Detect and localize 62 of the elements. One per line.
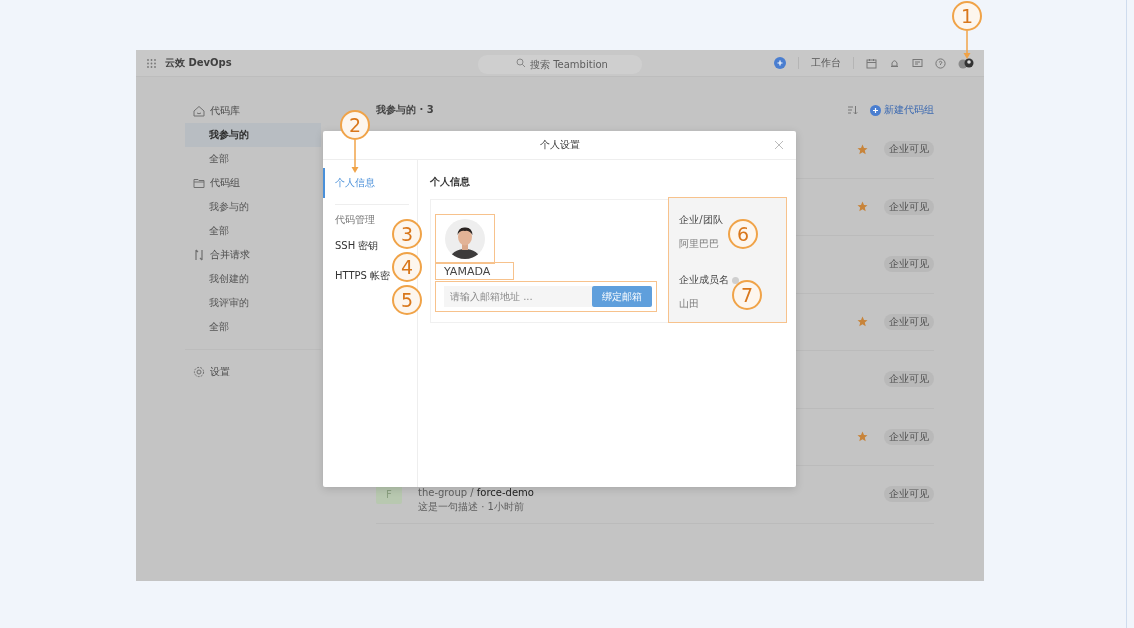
bind-email-button[interactable]: 绑定邮箱	[592, 286, 652, 307]
nav-group-label: 代码管理	[335, 213, 375, 227]
message-icon[interactable]	[912, 57, 923, 69]
folder-icon[interactable]	[193, 177, 205, 189]
sidebar-section[interactable]: 代码组	[185, 171, 321, 195]
sort-icon[interactable]	[847, 105, 858, 115]
help-icon[interactable]	[935, 57, 946, 69]
nav-tab[interactable]: SSH 密钥	[323, 231, 383, 261]
callout-number: 1	[952, 1, 982, 31]
plus-circle-icon[interactable]	[870, 104, 881, 116]
search-icon[interactable]	[516, 58, 526, 68]
sidebar-item[interactable]: 我评审的	[185, 291, 321, 315]
calendar-icon[interactable]	[866, 57, 877, 69]
star-icon[interactable]	[857, 143, 868, 155]
section-title: 代码库	[210, 104, 240, 118]
home-icon[interactable]	[193, 105, 205, 117]
merge-icon[interactable]	[193, 249, 205, 261]
field-value: 阿里巴巴	[679, 237, 721, 251]
apps-menu-icon[interactable]	[146, 57, 157, 69]
sidebar-section[interactable]: 合并请求	[185, 243, 321, 267]
section-title: 代码组	[210, 176, 240, 190]
list-heading: 我参与的 · 3	[376, 103, 434, 117]
sidebar-item[interactable]: 全部	[185, 147, 321, 171]
visibility-tag: 企业可见	[884, 313, 934, 330]
sidebar-item[interactable]: 全部	[185, 219, 321, 243]
visibility-tag: 企业可见	[884, 198, 934, 215]
sidebar-item[interactable]: 我参与的	[185, 195, 321, 219]
workbench-link[interactable]: 工作台	[811, 56, 841, 70]
field-label: 企业成员名	[679, 273, 730, 287]
user-avatar-icon[interactable]	[958, 56, 974, 70]
section-title: 个人信息	[430, 175, 471, 189]
settings-label: 设置	[210, 365, 230, 379]
repo-path[interactable]: the-group / force-demo	[418, 486, 534, 498]
visibility-tag: 企业可见	[884, 371, 934, 388]
dialog-title: 个人设置	[539, 138, 580, 152]
visibility-tag: 企业可见	[884, 486, 934, 503]
app-logo-text: 云效 DevOps	[165, 56, 232, 70]
close-icon[interactable]	[774, 140, 784, 150]
sidebar-item[interactable]: 全部	[185, 315, 321, 339]
nav-tab[interactable]: HTTPS 帐密	[323, 261, 395, 291]
visibility-tag: 企业可见	[884, 428, 934, 445]
star-icon[interactable]	[857, 431, 868, 443]
search-field[interactable]: 搜索 Teambition	[478, 55, 642, 74]
info-icon[interactable]	[732, 276, 740, 284]
repo-description: 这是一句描述 · 1小时前	[418, 499, 525, 514]
new-group-button[interactable]: 新建代码组	[870, 103, 934, 117]
visibility-tag: 企业可见	[884, 256, 934, 273]
email-field[interactable]: 请输入邮箱地址 ...	[444, 286, 592, 307]
field-label: 企业/团队	[679, 213, 724, 227]
user-name: YAMADA	[444, 264, 491, 278]
sidebar-item[interactable]: 我创建的	[185, 267, 321, 291]
plus-icon[interactable]	[774, 57, 786, 69]
field-value: 山田	[679, 297, 701, 311]
settings-item[interactable]: 设置	[185, 360, 321, 384]
gear-icon[interactable]	[193, 366, 205, 378]
section-title: 合并请求	[210, 248, 250, 262]
star-icon[interactable]	[857, 201, 868, 213]
bell-icon[interactable]	[889, 57, 900, 69]
sidebar-item[interactable]: 我参与的	[185, 123, 321, 147]
star-icon[interactable]	[857, 316, 868, 328]
visibility-tag: 企业可见	[884, 141, 934, 158]
sidebar-section[interactable]: 代码库	[185, 99, 321, 123]
